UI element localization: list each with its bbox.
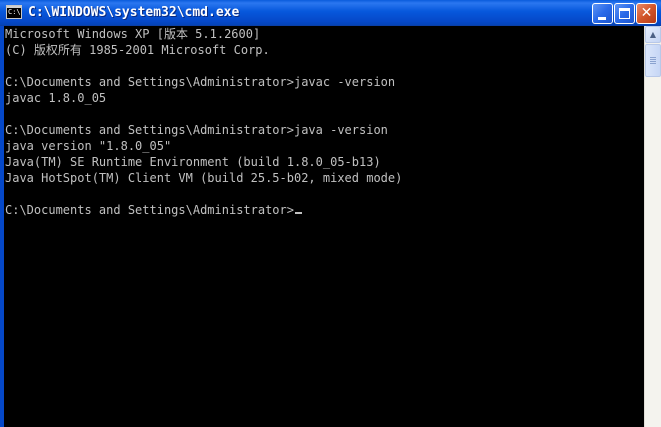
console-line: Java HotSpot(TM) Client VM (build 25.5-b… [5, 171, 403, 185]
scroll-grip-icon [650, 57, 656, 65]
minimize-icon [598, 17, 606, 20]
close-icon: ✕ [640, 5, 653, 21]
scroll-thumb[interactable] [645, 44, 661, 77]
cmd-window: C:\ C:\WINDOWS\system32\cmd.exe ✕ Micros… [0, 0, 661, 427]
console-line: C:\Documents and Settings\Administrator>… [5, 75, 396, 89]
console-line: Java(TM) SE Runtime Environment (build 1… [5, 155, 381, 169]
console-line: Microsoft Windows XP [版本 5.1.2600] [5, 27, 261, 41]
console-prompt-line[interactable]: C:\Documents and Settings\Administrator> [4, 202, 644, 218]
console-line: java version "1.8.0_05" [5, 139, 172, 153]
scroll-up-arrow-icon: ▲ [649, 30, 657, 39]
cmd-window-icon[interactable]: C:\ [6, 5, 22, 19]
close-button[interactable]: ✕ [636, 3, 657, 24]
scroll-up-button[interactable]: ▲ [645, 26, 661, 43]
window-title: C:\WINDOWS\system32\cmd.exe [28, 5, 240, 20]
text-cursor [294, 212, 302, 214]
console-line: (C) 版权所有 1985-2001 Microsoft Corp. [5, 43, 270, 57]
cmd-icon-text: C:\ [8, 8, 21, 16]
vertical-scrollbar[interactable]: ▲ [644, 26, 661, 427]
title-bar[interactable]: C:\ C:\WINDOWS\system32\cmd.exe ✕ [0, 0, 661, 26]
console-line: javac 1.8.0_05 [5, 91, 107, 105]
console-line: C:\Documents and Settings\Administrator>… [5, 123, 388, 137]
console-prompt: C:\Documents and Settings\Administrator> [5, 203, 294, 217]
maximize-icon [619, 8, 630, 19]
maximize-button[interactable] [614, 3, 635, 24]
console-output[interactable]: Microsoft Windows XP [版本 5.1.2600] (C) 版… [4, 26, 644, 427]
minimize-button[interactable] [592, 3, 613, 24]
